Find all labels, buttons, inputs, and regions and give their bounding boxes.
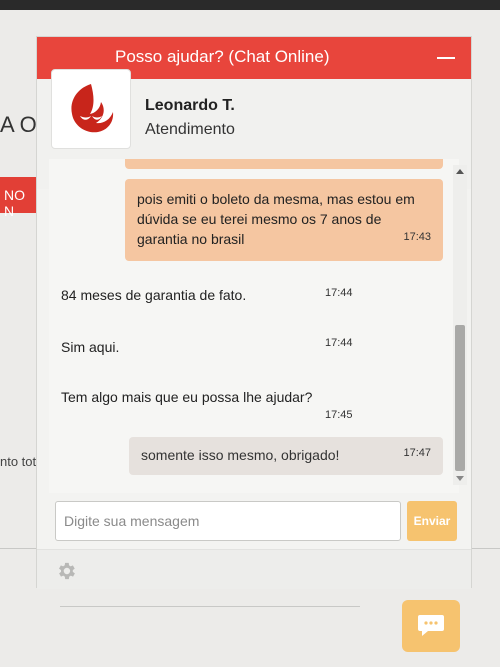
previous-message-bubble <box>125 159 443 169</box>
agent-message-1-time: 17:44 <box>325 287 353 299</box>
agent-role: Atendimento <box>145 121 235 138</box>
chat-launcher-button[interactable] <box>402 600 460 652</box>
send-button[interactable]: Enviar <box>407 501 457 541</box>
agent-message-1: 84 meses de garantia de fato. <box>61 287 247 303</box>
agent-name: Leonardo T. <box>145 97 235 114</box>
background-divider-2 <box>60 606 360 607</box>
message-scrollbar[interactable] <box>453 165 467 485</box>
background-red-button[interactable]: NO N <box>0 177 38 219</box>
minimize-icon[interactable] <box>437 57 455 59</box>
message-time: 17:43 <box>403 231 431 243</box>
background-top-bar <box>0 0 500 10</box>
gear-icon[interactable] <box>55 560 77 582</box>
chat-title: Posso ajudar? (Chat Online) <box>115 47 330 66</box>
scroll-thumb[interactable] <box>455 325 465 471</box>
agent-message-2: Sim aqui. <box>61 339 120 355</box>
message-text: pois emiti o boleto da mesma, mas estou … <box>137 191 415 247</box>
background-text: nto tot <box>0 454 37 469</box>
message-time: 17:47 <box>403 447 431 459</box>
message-list: pois emiti o boleto da mesma, mas estou … <box>49 159 459 493</box>
chat-footer <box>37 549 471 589</box>
message-input[interactable] <box>55 501 401 541</box>
agent-logo-icon <box>71 84 114 133</box>
background-heading: A O <box>0 112 37 137</box>
scroll-down-arrow-icon[interactable] <box>456 476 464 481</box>
avatar <box>51 69 131 149</box>
message-text: somente isso mesmo, obrigado! <box>141 447 340 463</box>
agent-message-3-time: 17:45 <box>325 409 353 421</box>
scroll-up-arrow-icon[interactable] <box>456 169 464 174</box>
agent-message-2-time: 17:44 <box>325 337 353 349</box>
user-message-1: pois emiti o boleto da mesma, mas estou … <box>125 179 443 261</box>
user-message-2: somente isso mesmo, obrigado! 17:47 <box>129 437 443 475</box>
chat-widget: Posso ajudar? (Chat Online) Leonardo T. … <box>36 36 472 589</box>
agent-message-3: Tem algo mais que eu possa lhe ajudar? <box>61 389 313 405</box>
message-composer: Enviar <box>37 493 471 549</box>
chat-bubble-icon <box>418 615 444 636</box>
